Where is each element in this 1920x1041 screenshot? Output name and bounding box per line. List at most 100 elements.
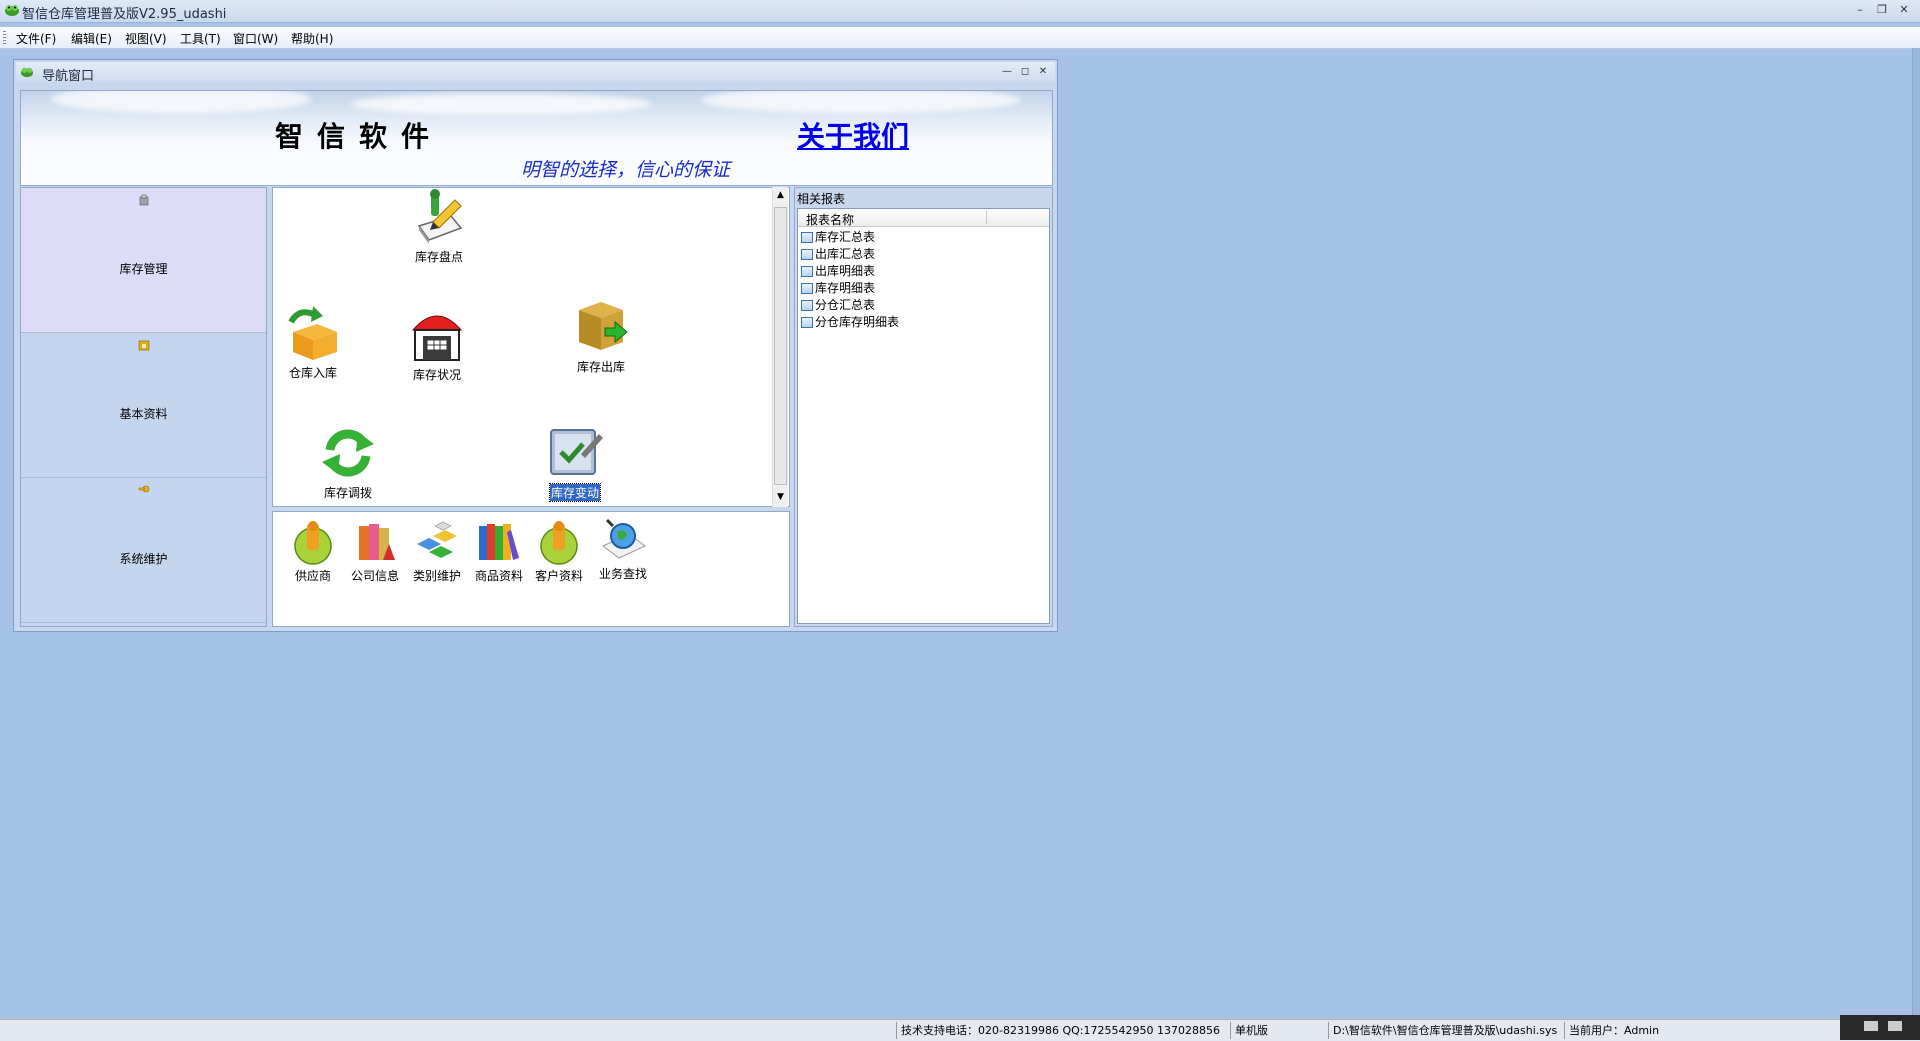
function-icon-panel: 库存盘点 仓库入库 库存状况 库存出库 库存调拨 库存变动 bbox=[272, 187, 790, 507]
related-reports-panel: 相关报表 报表名称 库存汇总表 出库汇总表 出库明细表 库存明细表 分仓汇总表 … bbox=[794, 187, 1053, 627]
warehouse-in-button[interactable]: 仓库入库 bbox=[273, 304, 353, 381]
inventory-check-label: 库存盘点 bbox=[414, 250, 463, 264]
column-separator[interactable] bbox=[986, 211, 987, 224]
supplier-button[interactable]: 供应商 bbox=[279, 518, 347, 584]
related-reports-title: 相关报表 bbox=[797, 192, 846, 206]
system-tray bbox=[1840, 1015, 1920, 1040]
supplier-icon bbox=[294, 521, 332, 565]
report-item[interactable]: 分仓库存明细表 bbox=[801, 313, 899, 330]
report-item-label: 出库明细表 bbox=[815, 264, 876, 278]
inventory-check-button[interactable]: 库存盘点 bbox=[399, 188, 479, 265]
inventory-out-button[interactable]: 库存出库 bbox=[561, 298, 641, 375]
inventory-check-icon bbox=[417, 189, 463, 244]
customer-icon bbox=[540, 521, 578, 565]
company-info-button[interactable]: 公司信息 bbox=[341, 518, 409, 584]
app-restore-button[interactable]: ❐ bbox=[1873, 3, 1891, 17]
about-us-link[interactable]: 关于我们 bbox=[797, 115, 909, 155]
category-system-maintenance[interactable]: 系统维护 bbox=[21, 478, 266, 623]
inventory-change-label: 库存变动 bbox=[548, 483, 602, 502]
app-logo-icon bbox=[5, 5, 19, 16]
inventory-status-button[interactable]: 库存状况 bbox=[397, 304, 477, 383]
category-label: 系统维护 bbox=[119, 552, 168, 566]
inventory-transfer-label: 库存调拨 bbox=[323, 486, 372, 500]
category-label: 库存管理 bbox=[119, 262, 168, 276]
right-edge-splitter bbox=[1912, 48, 1920, 1018]
nav-minimize-button[interactable]: — bbox=[999, 65, 1015, 79]
scroll-up-icon[interactable]: ▲ bbox=[773, 187, 788, 203]
scroll-thumb[interactable] bbox=[774, 207, 787, 485]
folder-small-icon bbox=[138, 340, 150, 351]
nav-close-button[interactable]: ✕ bbox=[1035, 65, 1051, 79]
checklist-pencil-icon bbox=[550, 429, 603, 475]
search-globe-icon bbox=[602, 518, 646, 559]
report-name-column-header: 报表名称 bbox=[806, 213, 855, 227]
goods-data-button[interactable]: 商品资料 bbox=[465, 518, 533, 584]
customer-data-button[interactable]: 客户资料 bbox=[525, 518, 593, 584]
menu-window[interactable]: 窗口(W) bbox=[230, 30, 281, 47]
menu-view[interactable]: 视图(V) bbox=[122, 30, 170, 47]
report-item[interactable]: 出库汇总表 bbox=[801, 245, 875, 262]
company-info-label: 公司信息 bbox=[350, 569, 399, 583]
inventory-status-label: 库存状况 bbox=[412, 368, 461, 382]
left-category-bar: 库存管理 基本资料 系统维护 bbox=[20, 187, 267, 627]
support-info: 技术支持电话：020-82319986 QQ:1725542950 137028… bbox=[896, 1022, 1226, 1039]
customer-data-label: 客户资料 bbox=[534, 569, 583, 583]
brand-title: 智信软件 bbox=[275, 120, 444, 153]
menu-tools[interactable]: 工具(T) bbox=[177, 30, 224, 47]
business-search-button[interactable]: 业务查找 bbox=[589, 516, 657, 582]
app-close-button[interactable]: ✕ bbox=[1895, 3, 1913, 17]
report-item[interactable]: 库存明细表 bbox=[801, 279, 875, 296]
report-icon bbox=[801, 266, 813, 277]
menu-file[interactable]: 文件(F) bbox=[13, 30, 59, 47]
current-user-info: 当前用户：Admin bbox=[1564, 1022, 1840, 1039]
status-bar: 技术支持电话：020-82319986 QQ:1725542950 137028… bbox=[0, 1019, 1920, 1041]
icon-panel-scrollbar[interactable]: ▲ ▼ bbox=[772, 187, 788, 507]
app-logo-icon bbox=[21, 67, 33, 78]
report-list: 报表名称 库存汇总表 出库汇总表 出库明细表 库存明细表 分仓汇总表 分仓库存明… bbox=[797, 208, 1050, 624]
warehouse-in-icon bbox=[288, 306, 337, 360]
warehouse-in-label: 仓库入库 bbox=[288, 366, 337, 380]
category-maintenance-button[interactable]: 类别维护 bbox=[403, 518, 471, 584]
report-icon bbox=[801, 300, 813, 311]
navigation-window-title: 导航窗口 bbox=[42, 69, 95, 84]
category-label: 基本资料 bbox=[119, 407, 168, 421]
company-books-icon bbox=[359, 524, 395, 560]
nav-restore-button[interactable]: ◻ bbox=[1017, 65, 1033, 79]
report-item-label: 出库汇总表 bbox=[815, 247, 876, 261]
key-small-icon bbox=[138, 485, 150, 493]
app-minimize-button[interactable]: – bbox=[1851, 3, 1869, 17]
inventory-out-label: 库存出库 bbox=[576, 360, 625, 374]
report-item[interactable]: 库存汇总表 bbox=[801, 228, 875, 245]
network-icon[interactable] bbox=[1888, 1021, 1902, 1031]
slogan: 明智的选择，信心的保证 bbox=[521, 159, 731, 181]
category-blocks-icon bbox=[417, 521, 457, 558]
menu-edit[interactable]: 编辑(E) bbox=[68, 30, 115, 47]
keyboard-icon[interactable] bbox=[1864, 1021, 1878, 1031]
banner: 智信软件 关于我们 明智的选择，信心的保证 bbox=[20, 90, 1053, 186]
report-icon bbox=[801, 317, 813, 328]
report-icon bbox=[801, 232, 813, 243]
supplier-label: 供应商 bbox=[294, 569, 331, 583]
report-item-label: 分仓汇总表 bbox=[815, 298, 876, 312]
scroll-down-icon[interactable]: ▼ bbox=[773, 489, 788, 505]
goods-data-label: 商品资料 bbox=[474, 569, 523, 583]
category-basic-data[interactable]: 基本资料 bbox=[21, 333, 266, 478]
report-list-header[interactable]: 报表名称 bbox=[798, 209, 1049, 227]
app-title-bar: 智信仓库管理普及版V2.95_udashi – ❐ ✕ bbox=[0, 0, 1920, 23]
edition-info: 单机版 bbox=[1230, 1022, 1328, 1039]
data-path-info: D:\智信软件\智信仓库管理普及版\udashi.sys bbox=[1328, 1022, 1564, 1039]
category-inventory-management[interactable]: 库存管理 bbox=[21, 188, 266, 333]
report-item-label: 库存明细表 bbox=[815, 281, 876, 295]
navigation-window: 导航窗口 — ◻ ✕ 智信软件 关于我们 明智的选择，信心的保证 库存管理 基本… bbox=[13, 59, 1058, 632]
report-item[interactable]: 出库明细表 bbox=[801, 262, 875, 279]
inventory-transfer-button[interactable]: 库存调拨 bbox=[308, 424, 388, 501]
inventory-change-button[interactable]: 库存变动 bbox=[535, 424, 615, 502]
goods-books-icon bbox=[479, 524, 519, 560]
navigation-window-title-bar[interactable]: 导航窗口 — ◻ ✕ bbox=[16, 62, 1055, 84]
menu-help[interactable]: 帮助(H) bbox=[288, 30, 336, 47]
report-item[interactable]: 分仓汇总表 bbox=[801, 296, 875, 313]
inventory-out-icon bbox=[579, 302, 628, 350]
warehouse-building-icon bbox=[411, 315, 463, 361]
refresh-arrows-icon bbox=[322, 429, 374, 477]
app-title: 智信仓库管理普及版V2.95_udashi bbox=[22, 7, 227, 22]
